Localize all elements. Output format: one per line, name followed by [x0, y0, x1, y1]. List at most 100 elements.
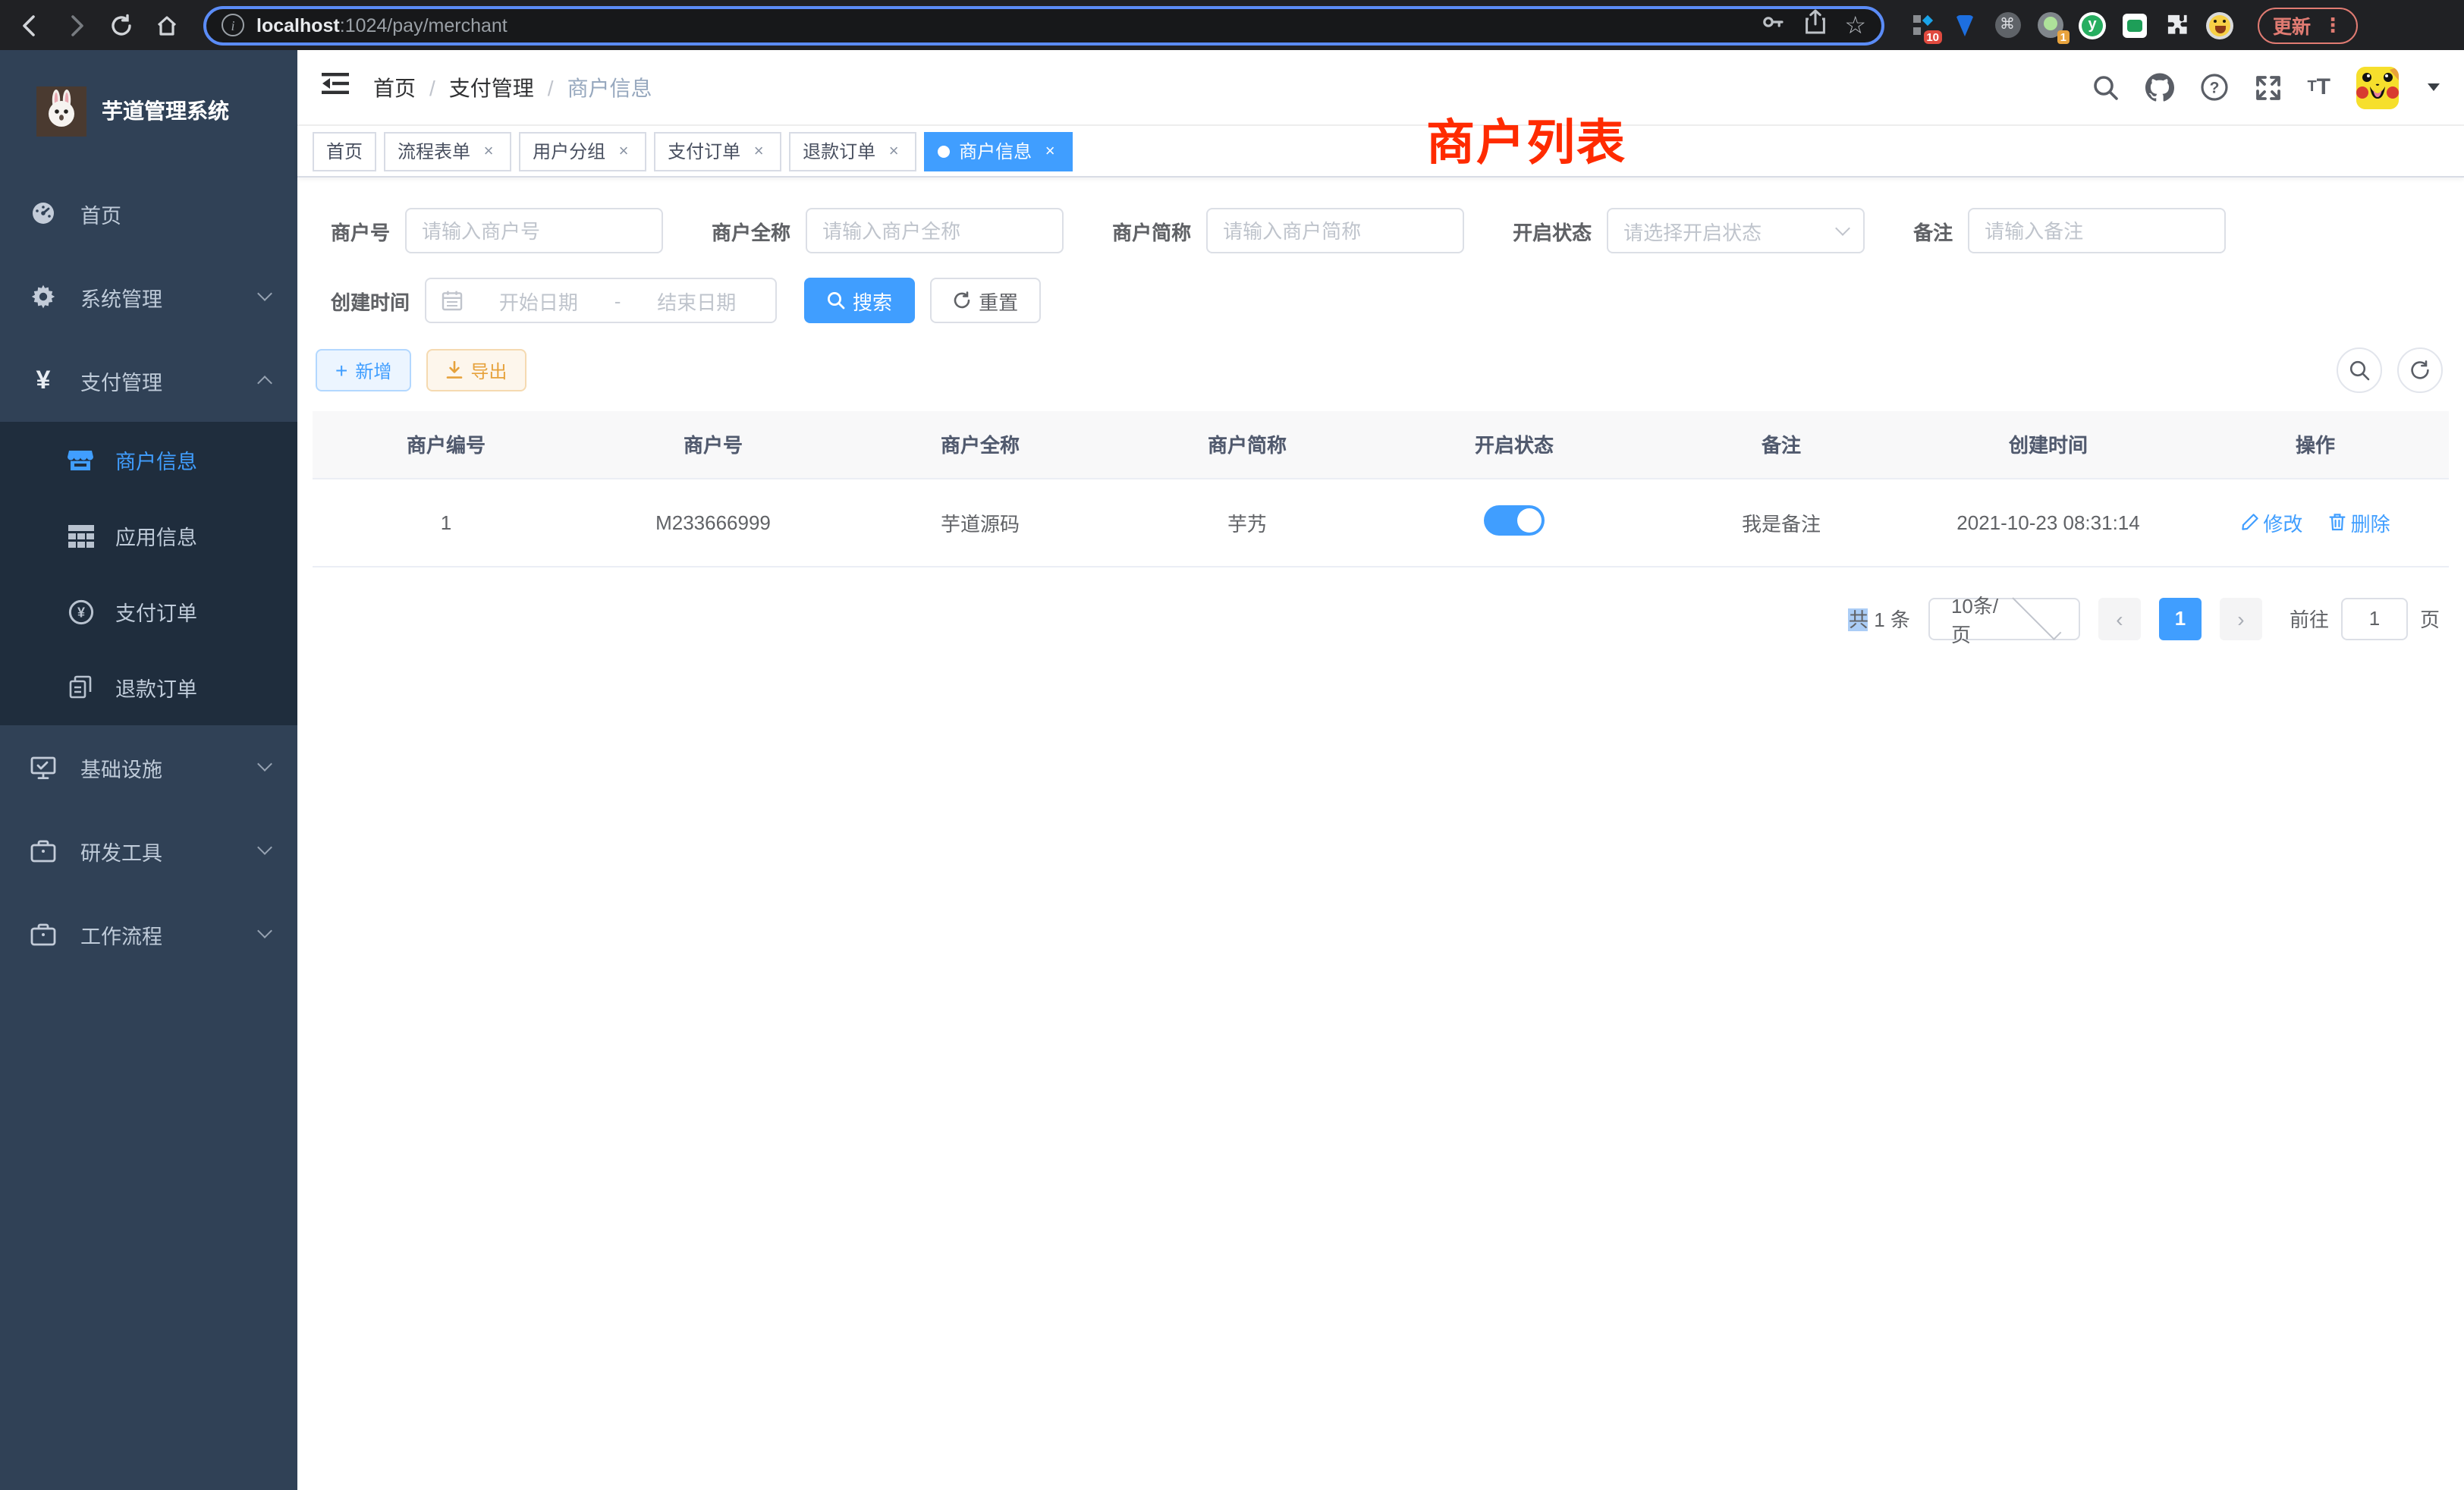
sidebar-item-pay-order[interactable]: ¥ 支付订单 — [0, 574, 297, 649]
delete-link[interactable]: 删除 — [2330, 508, 2390, 536]
sidebar-logo[interactable]: 芋道管理系统 — [0, 50, 297, 171]
top-navbar: 首页 / 支付管理 / 商户信息 ? — [297, 50, 2464, 126]
close-icon[interactable]: × — [885, 142, 903, 160]
remark-input[interactable] — [1968, 208, 2226, 253]
col-status: 开启状态 — [1381, 411, 1648, 478]
bookmark-star-icon[interactable]: ☆ — [1844, 10, 1866, 40]
page-size-select[interactable]: 10条/页 — [1928, 597, 2080, 640]
col-merchant-no: 商户号 — [580, 411, 847, 478]
dashboard-icon — [30, 200, 56, 226]
hide-search-button[interactable] — [2337, 347, 2382, 393]
gear-icon — [30, 284, 56, 310]
address-bar[interactable]: i localhost:1024/pay/merchant ☆ — [203, 5, 1884, 45]
tab-merchant-info[interactable]: 商户信息× — [924, 131, 1073, 171]
close-icon[interactable]: × — [750, 142, 768, 160]
close-icon[interactable]: × — [1041, 142, 1059, 160]
goto-page-input[interactable] — [2341, 597, 2408, 640]
font-size-icon[interactable]: TT — [2307, 74, 2330, 100]
sidebar-item-payment[interactable]: ¥ 支付管理 — [0, 338, 297, 422]
next-page-button[interactable]: › — [2220, 597, 2262, 640]
breadcrumb-payment[interactable]: 支付管理 — [449, 72, 534, 102]
share-icon[interactable] — [1803, 8, 1826, 42]
breadcrumb-home[interactable]: 首页 — [373, 72, 416, 102]
col-create-time: 创建时间 — [1915, 411, 2182, 478]
browser-refresh-icon[interactable] — [103, 7, 140, 43]
site-info-icon[interactable]: i — [222, 14, 244, 36]
status-select[interactable]: 请选择开启状态 — [1607, 208, 1865, 253]
browser-update-button[interactable]: 更新 ⋮ — [2258, 7, 2358, 43]
extension-command-icon[interactable]: ⌘ — [1994, 11, 2021, 39]
reset-button[interactable]: 重置 — [930, 278, 1041, 323]
sidebar: 芋道管理系统 首页 系统管理 ¥ — [0, 50, 297, 1490]
extensions-puzzle-icon[interactable] — [2164, 11, 2191, 39]
status-toggle[interactable] — [1484, 505, 1545, 535]
pagination-total: 共 1 条 — [1849, 604, 1910, 633]
extension-gem-icon[interactable] — [1951, 11, 1978, 39]
edit-link[interactable]: 修改 — [2240, 508, 2302, 536]
grid-icon — [67, 524, 94, 547]
refresh-button[interactable] — [2397, 347, 2443, 393]
tab-refund-order[interactable]: 退款订单× — [789, 131, 916, 171]
close-icon[interactable]: × — [614, 142, 633, 160]
start-date-placeholder: 开始日期 — [475, 286, 602, 315]
cell-status — [1381, 478, 1648, 566]
tab-process-form[interactable]: 流程表单× — [384, 131, 511, 171]
merchant-table: 商户编号 商户号 商户全称 商户简称 开启状态 备注 创建时间 操作 1 — [313, 411, 2449, 567]
profile-avatar-icon[interactable] — [2206, 11, 2233, 39]
tab-user-group[interactable]: 用户分组× — [519, 131, 646, 171]
cell-full-name: 芋道源码 — [847, 478, 1114, 566]
browser-home-icon[interactable] — [149, 7, 185, 43]
prev-page-button[interactable]: ‹ — [2098, 597, 2141, 640]
sidebar-item-system[interactable]: 系统管理 — [0, 255, 297, 338]
cell-short-name: 芋艿 — [1114, 478, 1381, 566]
sidebar-item-dev-tools[interactable]: 研发工具 — [0, 809, 297, 892]
user-menu-caret-icon[interactable] — [2428, 83, 2440, 91]
page-1-button[interactable]: 1 — [2159, 597, 2202, 640]
sidebar-fold-icon[interactable] — [322, 71, 349, 103]
password-key-icon[interactable] — [1759, 8, 1785, 42]
sidebar-item-infrastructure[interactable]: 基础设施 — [0, 725, 297, 809]
cell-create-time: 2021-10-23 08:31:14 — [1915, 478, 2182, 566]
table-header-row: 商户编号 商户号 商户全称 商户简称 开启状态 备注 创建时间 操作 — [313, 411, 2449, 478]
browser-forward-icon[interactable] — [58, 7, 94, 43]
extension-chat-icon[interactable] — [2121, 11, 2148, 39]
breadcrumb: 首页 / 支付管理 / 商户信息 — [373, 72, 652, 102]
help-icon[interactable]: ? — [2199, 73, 2228, 102]
browser-back-icon[interactable] — [12, 7, 49, 43]
col-actions: 操作 — [2182, 411, 2449, 478]
full-name-input[interactable] — [806, 208, 1064, 253]
short-name-input[interactable] — [1206, 208, 1464, 253]
close-icon[interactable]: × — [479, 142, 498, 160]
sidebar-item-workflow[interactable]: 工作流程 — [0, 892, 297, 976]
date-range-picker[interactable]: 开始日期 - 结束日期 — [425, 278, 777, 323]
chevron-up-icon — [257, 376, 272, 391]
add-button[interactable]: + 新增 — [316, 349, 411, 391]
end-date-placeholder: 结束日期 — [633, 286, 760, 315]
chevron-down-icon — [257, 756, 272, 772]
sidebar-menu: 首页 系统管理 ¥ 支付管理 — [0, 171, 297, 1490]
tab-pay-order[interactable]: 支付订单× — [654, 131, 781, 171]
sidebar-item-app-info[interactable]: 应用信息 — [0, 498, 297, 574]
user-avatar[interactable] — [2356, 66, 2399, 108]
filter-row-2: 创建时间 开始日期 - 结束日期 搜索 — [331, 278, 2449, 323]
extension-colorful-icon[interactable]: 10 — [1909, 11, 1936, 39]
cell-remark: 我是备注 — [1648, 478, 1915, 566]
export-button[interactable]: 导出 — [426, 349, 526, 391]
extension-y-icon[interactable]: y — [2079, 11, 2106, 39]
merchant-no-input[interactable] — [405, 208, 663, 253]
header-search-icon[interactable] — [2092, 74, 2119, 101]
sidebar-item-home[interactable]: 首页 — [0, 171, 297, 255]
app-title: 芋道管理系统 — [102, 96, 229, 126]
tab-home[interactable]: 首页 — [313, 131, 376, 171]
sidebar-item-merchant-info[interactable]: 商户信息 — [0, 422, 297, 498]
search-button[interactable]: 搜索 — [804, 278, 915, 323]
extension-avatar-icon[interactable]: 1 — [2036, 11, 2063, 39]
full-name-label: 商户全称 — [712, 216, 790, 245]
browser-menu-icon[interactable]: ⋮ — [2323, 13, 2343, 37]
trash-icon — [2330, 513, 2346, 531]
github-icon[interactable] — [2145, 73, 2173, 102]
briefcase-icon — [30, 922, 56, 946]
fullscreen-icon[interactable] — [2254, 74, 2281, 101]
sidebar-item-refund-order[interactable]: 退款订单 — [0, 649, 297, 725]
remark-label: 备注 — [1913, 216, 1953, 245]
